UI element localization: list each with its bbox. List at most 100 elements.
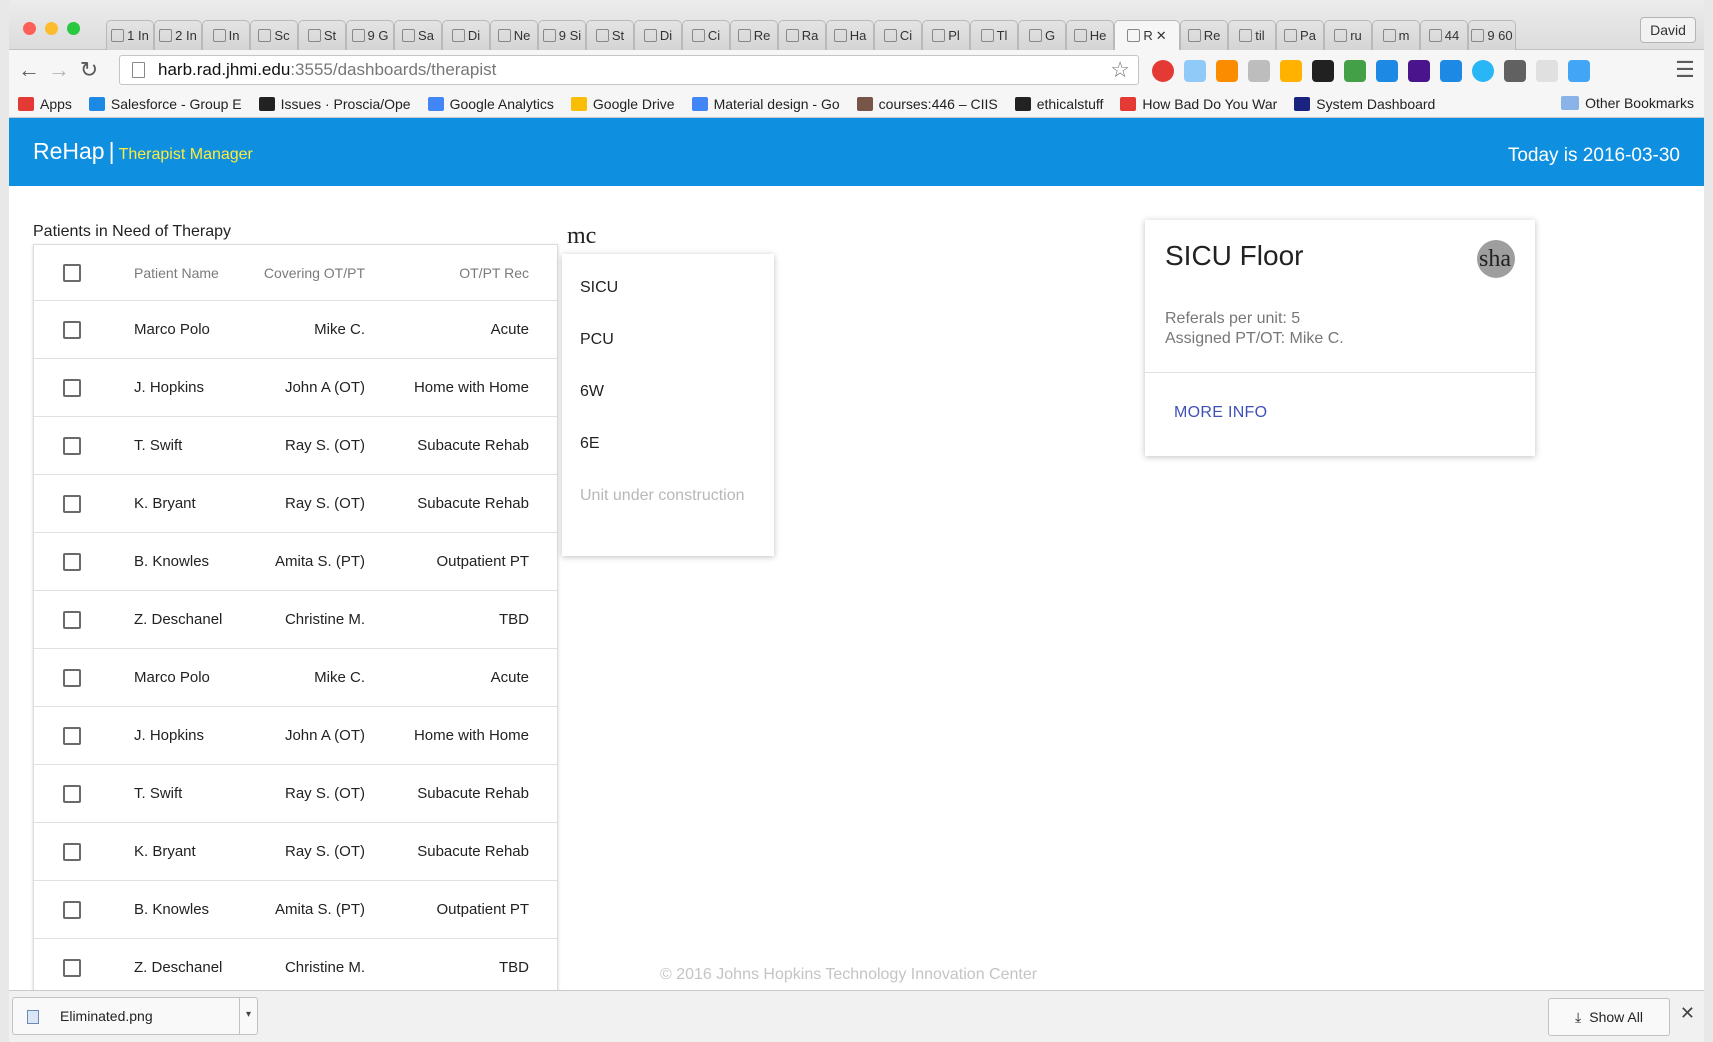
row-checkbox[interactable] bbox=[63, 727, 81, 745]
browser-tab[interactable]: St bbox=[298, 20, 346, 50]
extension-user-icon[interactable] bbox=[1568, 60, 1590, 82]
browser-tab[interactable]: Di bbox=[634, 20, 682, 50]
more-info-button[interactable]: MORE INFO bbox=[1174, 404, 1267, 422]
row-checkbox[interactable] bbox=[63, 901, 81, 919]
minimize-window-button[interactable] bbox=[45, 22, 58, 35]
table-row[interactable]: Marco Polo Mike C. Acute bbox=[34, 301, 557, 359]
extension-bird-icon[interactable] bbox=[1312, 60, 1334, 82]
row-checkbox[interactable] bbox=[63, 785, 81, 803]
browser-tab[interactable]: 1 In bbox=[106, 20, 154, 50]
bookmark-item[interactable]: Google Analytics bbox=[427, 96, 554, 112]
browser-tab[interactable]: Ci bbox=[682, 20, 730, 50]
table-row[interactable]: Marco Polo Mike C. Acute bbox=[34, 649, 557, 707]
close-tab-icon[interactable]: ✕ bbox=[1156, 28, 1167, 44]
bookmark-item[interactable]: ethicalstuff bbox=[1014, 96, 1103, 112]
reload-icon[interactable]: ↻ bbox=[77, 58, 101, 82]
row-checkbox[interactable] bbox=[63, 959, 81, 977]
extension-upload-icon[interactable] bbox=[1248, 60, 1270, 82]
extension-opera-icon[interactable] bbox=[1152, 60, 1174, 82]
table-row[interactable]: T. Swift Ray S. (OT) Subacute Rehab bbox=[34, 765, 557, 823]
browser-tab[interactable]: 9 60 bbox=[1468, 20, 1516, 50]
bookmark-item[interactable]: Google Drive bbox=[570, 96, 675, 112]
browser-tab[interactable]: G bbox=[1018, 20, 1066, 50]
app-brand[interactable]: ReHap | Therapist Manager bbox=[33, 138, 253, 165]
row-checkbox[interactable] bbox=[63, 669, 81, 687]
browser-tab[interactable]: Ne bbox=[490, 20, 538, 50]
extension-q-icon[interactable] bbox=[1472, 60, 1494, 82]
chrome-menu-icon[interactable]: ☰ bbox=[1673, 58, 1697, 82]
bookmark-star-icon[interactable]: ☆ bbox=[1110, 56, 1130, 84]
browser-tab[interactable]: Ra bbox=[778, 20, 826, 50]
browser-tab[interactable]: St bbox=[586, 20, 634, 50]
browser-tab[interactable]: Re bbox=[1180, 20, 1228, 50]
extension-mail-icon[interactable] bbox=[1376, 60, 1398, 82]
extension-dark-icon[interactable] bbox=[1504, 60, 1526, 82]
browser-tab[interactable]: He bbox=[1066, 20, 1114, 50]
header-patient-name[interactable]: Patient Name bbox=[134, 265, 219, 281]
row-checkbox[interactable] bbox=[63, 437, 81, 455]
profile-button[interactable]: David bbox=[1640, 17, 1696, 43]
download-menu-button[interactable]: ▾ bbox=[239, 998, 257, 1034]
row-checkbox[interactable] bbox=[63, 553, 81, 571]
browser-tab[interactable]: Tl bbox=[970, 20, 1018, 50]
show-all-button[interactable]: ⤓ Show All bbox=[1548, 998, 1670, 1036]
browser-tab[interactable]: 9 Si bbox=[538, 20, 586, 50]
extension-analytics-icon[interactable] bbox=[1216, 60, 1238, 82]
bookmark-item[interactable]: Issues · Proscia/Ope bbox=[258, 96, 411, 112]
browser-tab[interactable]: Re bbox=[730, 20, 778, 50]
browser-tab[interactable]: Sc bbox=[250, 20, 298, 50]
extension-screenshot-icon[interactable] bbox=[1184, 60, 1206, 82]
browser-tab[interactable]: Ha bbox=[826, 20, 874, 50]
browser-tab[interactable]: Pl bbox=[922, 20, 970, 50]
close-shelf-icon[interactable]: ✕ bbox=[1680, 1003, 1695, 1024]
table-row[interactable]: Z. Deschanel Christine M. TBD bbox=[34, 591, 557, 649]
unit-menu-item[interactable]: SICU bbox=[580, 279, 618, 297]
bookmark-item[interactable]: Salesforce - Group E bbox=[88, 96, 242, 112]
row-checkbox[interactable] bbox=[63, 379, 81, 397]
close-window-button[interactable] bbox=[23, 22, 36, 35]
table-row[interactable]: T. Swift Ray S. (OT) Subacute Rehab bbox=[34, 417, 557, 475]
maximize-window-button[interactable] bbox=[67, 22, 80, 35]
table-row[interactable]: B. Knowles Amita S. (PT) Outpatient PT bbox=[34, 533, 557, 591]
back-icon[interactable]: ← bbox=[17, 58, 41, 82]
browser-tab[interactable]: 2 In bbox=[154, 20, 202, 50]
browser-tab[interactable]: ru bbox=[1324, 20, 1372, 50]
select-all-checkbox[interactable] bbox=[63, 264, 81, 282]
browser-tab[interactable]: R ✕ bbox=[1114, 20, 1180, 50]
table-row[interactable]: J. Hopkins John A (OT) Home with Home bbox=[34, 707, 557, 765]
unit-menu-item[interactable]: PCU bbox=[580, 331, 614, 349]
browser-tab[interactable]: 44 bbox=[1420, 20, 1468, 50]
forward-icon[interactable]: → bbox=[47, 58, 71, 82]
extension-megaphone-icon[interactable] bbox=[1440, 60, 1462, 82]
bookmark-item[interactable]: System Dashboard bbox=[1294, 96, 1435, 112]
other-bookmarks[interactable]: Other Bookmarks bbox=[1561, 95, 1694, 111]
browser-tab[interactable]: m bbox=[1372, 20, 1420, 50]
bookmark-item[interactable]: Apps bbox=[18, 96, 72, 112]
browser-tab[interactable]: Di bbox=[442, 20, 490, 50]
address-bar[interactable]: harb.rad.jhmi.edu:3555/dashboards/therap… bbox=[119, 55, 1139, 85]
row-checkbox[interactable] bbox=[63, 611, 81, 629]
browser-tab[interactable]: Ci bbox=[874, 20, 922, 50]
header-rec[interactable]: OT/PT Rec bbox=[459, 265, 529, 281]
extension-w-icon[interactable] bbox=[1408, 60, 1430, 82]
table-row[interactable]: J. Hopkins John A (OT) Home with Home bbox=[34, 359, 557, 417]
row-checkbox[interactable] bbox=[63, 321, 81, 339]
browser-tab[interactable]: 9 G bbox=[346, 20, 394, 50]
browser-tab[interactable]: In bbox=[202, 20, 250, 50]
cast-icon[interactable] bbox=[1536, 60, 1558, 82]
table-row[interactable]: K. Bryant Ray S. (OT) Subacute Rehab bbox=[34, 475, 557, 533]
unit-menu-item[interactable]: 6W bbox=[580, 383, 604, 401]
header-covering[interactable]: Covering OT/PT bbox=[264, 265, 365, 281]
extension-honey-icon[interactable] bbox=[1280, 60, 1302, 82]
browser-tab[interactable]: Sa bbox=[394, 20, 442, 50]
browser-tab[interactable]: Pa bbox=[1276, 20, 1324, 50]
bookmark-item[interactable]: Material design - Go bbox=[691, 96, 840, 112]
download-item[interactable]: Eliminated.png ▾ bbox=[12, 997, 258, 1035]
extension-timer-icon[interactable] bbox=[1344, 60, 1366, 82]
bookmark-item[interactable]: courses:446 – CIIS bbox=[856, 96, 998, 112]
table-row[interactable]: B. Knowles Amita S. (PT) Outpatient PT bbox=[34, 881, 557, 939]
browser-tab[interactable]: til bbox=[1228, 20, 1276, 50]
table-row[interactable]: Z. Deschanel Christine M. TBD bbox=[34, 939, 557, 990]
bookmark-item[interactable]: How Bad Do You War bbox=[1120, 96, 1277, 112]
row-checkbox[interactable] bbox=[63, 843, 81, 861]
